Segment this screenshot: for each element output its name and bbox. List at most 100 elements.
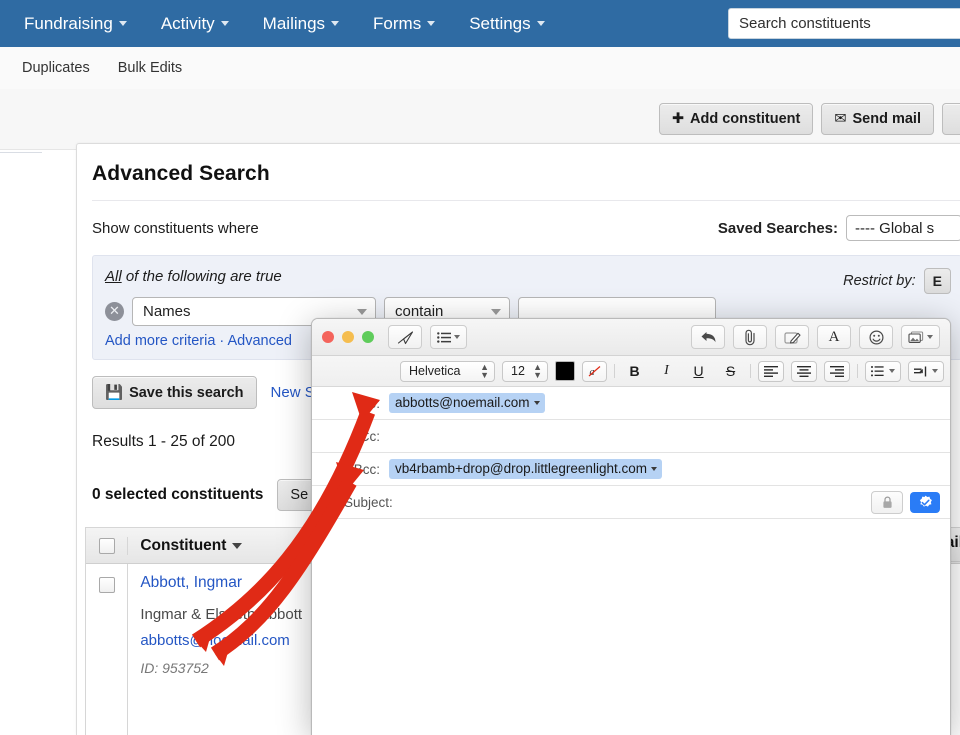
emoji-button[interactable] xyxy=(859,325,893,349)
font-size-value: 12 xyxy=(511,364,525,378)
minimize-window-button[interactable] xyxy=(342,331,354,343)
criteria-match-all-link[interactable]: All xyxy=(105,268,122,285)
page-action-bar: ✚ Add constituent ✉ Send mail xyxy=(0,89,960,150)
chevron-down-icon xyxy=(889,369,895,373)
format-button[interactable]: A xyxy=(817,325,851,349)
subnav-item-duplicates[interactable]: Duplicates xyxy=(22,60,90,76)
align-center-icon xyxy=(797,365,811,377)
lock-icon xyxy=(882,496,892,508)
align-right-icon xyxy=(830,365,844,377)
to-field-row[interactable]: To: abbotts@noemail.com xyxy=(312,387,950,420)
restrict-by-group: Restrict by: E xyxy=(843,268,951,294)
mail-window-titlebar[interactable]: A xyxy=(312,319,950,356)
save-this-search-label: Save this search xyxy=(129,384,244,401)
align-center-button[interactable] xyxy=(791,360,817,382)
nav-menu-mailings-label: Mailings xyxy=(262,13,326,33)
attach-file-button[interactable] xyxy=(733,325,767,349)
search-input[interactable]: Search constituents xyxy=(728,8,960,39)
nav-menu-forms-label: Forms xyxy=(373,13,422,33)
restrict-by-button[interactable]: E xyxy=(923,268,951,294)
header-fields-list-icon xyxy=(437,331,451,343)
nav-menu-fundraising-label: Fundraising xyxy=(24,13,113,33)
align-right-button[interactable] xyxy=(824,360,850,382)
cc-label: Cc: xyxy=(359,428,380,444)
font-family-select[interactable]: Helvetica ▲ ▼ xyxy=(400,360,495,382)
nav-menu-fundraising[interactable]: Fundraising xyxy=(10,8,141,40)
bcc-field-row[interactable]: Bcc: vb4rbamb+drop@drop.littlegreenlight… xyxy=(312,453,950,486)
signed-badge-icon xyxy=(919,495,932,507)
send-button[interactable] xyxy=(388,325,422,349)
highlight-color-button[interactable]: a xyxy=(582,360,607,382)
security-buttons xyxy=(871,490,940,514)
list-style-button[interactable] xyxy=(865,360,901,382)
cc-field-row[interactable]: Cc: xyxy=(312,420,950,453)
italic-button[interactable]: I xyxy=(654,361,679,381)
toolbar-divider xyxy=(857,364,858,378)
send-mail-button[interactable]: ✉ Send mail xyxy=(821,103,934,135)
to-label: To: xyxy=(361,395,380,411)
overflow-action-button[interactable] xyxy=(942,103,960,135)
top-navigation-bar: Fundraising Activity Mailings Forms Sett… xyxy=(0,0,960,47)
bold-button[interactable]: B xyxy=(622,361,647,381)
add-more-criteria-link[interactable]: Add more criteria xyxy=(105,333,215,349)
page-title: Advanced Search xyxy=(92,162,270,185)
row-select-cell xyxy=(86,564,127,735)
header-fields-button[interactable] xyxy=(430,325,467,349)
advanced-link[interactable]: Advanced xyxy=(228,333,293,349)
mail-body-editor[interactable] xyxy=(312,519,950,735)
chevron-down-icon xyxy=(454,335,460,339)
to-recipient-value: abbotts@noemail.com xyxy=(395,395,530,410)
send-paper-plane-icon xyxy=(397,330,413,344)
nav-menu-forms[interactable]: Forms xyxy=(359,8,449,40)
select-all-checkbox[interactable] xyxy=(98,537,115,554)
markup-button[interactable] xyxy=(775,325,809,349)
font-size-select[interactable]: 12 ▲ ▼ xyxy=(502,360,548,382)
encrypt-message-button[interactable] xyxy=(871,490,903,514)
underline-button[interactable]: U xyxy=(686,361,711,381)
paperclip-icon xyxy=(744,329,755,345)
mail-toolbar-right: A xyxy=(691,325,940,349)
remove-criteria-icon[interactable]: ✕ xyxy=(105,302,124,321)
indent-button[interactable] xyxy=(908,360,944,382)
nav-menu-mailings[interactable]: Mailings xyxy=(249,8,353,40)
save-this-search-button[interactable]: 💾 Save this search xyxy=(92,376,257,409)
maximize-window-button[interactable] xyxy=(362,331,374,343)
toolbar-divider xyxy=(750,364,751,378)
sign-message-button[interactable] xyxy=(910,491,940,513)
bcc-recipient-token[interactable]: vb4rbamb+drop@drop.littlegreenlight.com xyxy=(389,459,662,479)
strikethrough-button[interactable]: S xyxy=(718,361,743,381)
add-constituent-button[interactable]: ✚ Add constituent xyxy=(658,103,814,135)
photo-browser-button[interactable] xyxy=(901,325,940,349)
photo-browser-icon xyxy=(908,330,924,343)
chevron-down-icon xyxy=(357,308,367,315)
window-traffic-lights xyxy=(322,331,374,343)
close-window-button[interactable] xyxy=(322,331,334,343)
reply-button[interactable] xyxy=(691,325,725,349)
send-mail-label: Send mail xyxy=(852,111,922,127)
reply-arrow-icon xyxy=(701,332,715,343)
constituent-name-link[interactable]: Abbott, Ingmar xyxy=(140,574,242,591)
subnav-item-bulk-edits[interactable]: Bulk Edits xyxy=(118,60,182,76)
text-highlight-icon: a xyxy=(588,365,601,378)
saved-searches-select[interactable]: ---- Global s xyxy=(846,215,960,241)
align-left-button[interactable] xyxy=(758,360,784,382)
plus-icon: ✚ xyxy=(671,111,684,127)
subject-field-row[interactable]: Subject: xyxy=(312,486,950,519)
show-constituents-label: Show constituents where xyxy=(92,219,259,237)
chevron-down-icon xyxy=(932,369,938,373)
nav-menu-activity[interactable]: Activity xyxy=(147,8,243,40)
mail-format-bar: Helvetica ▲ ▼ 12 ▲ ▼ a B I U S xyxy=(312,356,950,387)
stepper-icon: ▲ ▼ xyxy=(480,362,489,380)
to-recipient-token[interactable]: abbotts@noemail.com xyxy=(389,393,545,413)
text-color-swatch[interactable] xyxy=(555,361,575,381)
chevron-down-icon xyxy=(232,542,243,549)
nav-menu-settings-label: Settings xyxy=(469,13,531,33)
mail-toolbar-left xyxy=(388,325,467,349)
nav-menu-settings[interactable]: Settings xyxy=(455,8,558,40)
chevron-down-icon xyxy=(118,21,127,26)
mail-compose-window: A Helvetica ▲ ▼ 12 ▲ ▼ a B I U S To: abb… xyxy=(311,318,951,735)
row-checkbox[interactable] xyxy=(98,577,115,593)
link-separator: · xyxy=(215,333,228,349)
saved-searches-label: Saved Searches: xyxy=(717,219,838,237)
bcc-label: Bcc: xyxy=(353,461,380,477)
